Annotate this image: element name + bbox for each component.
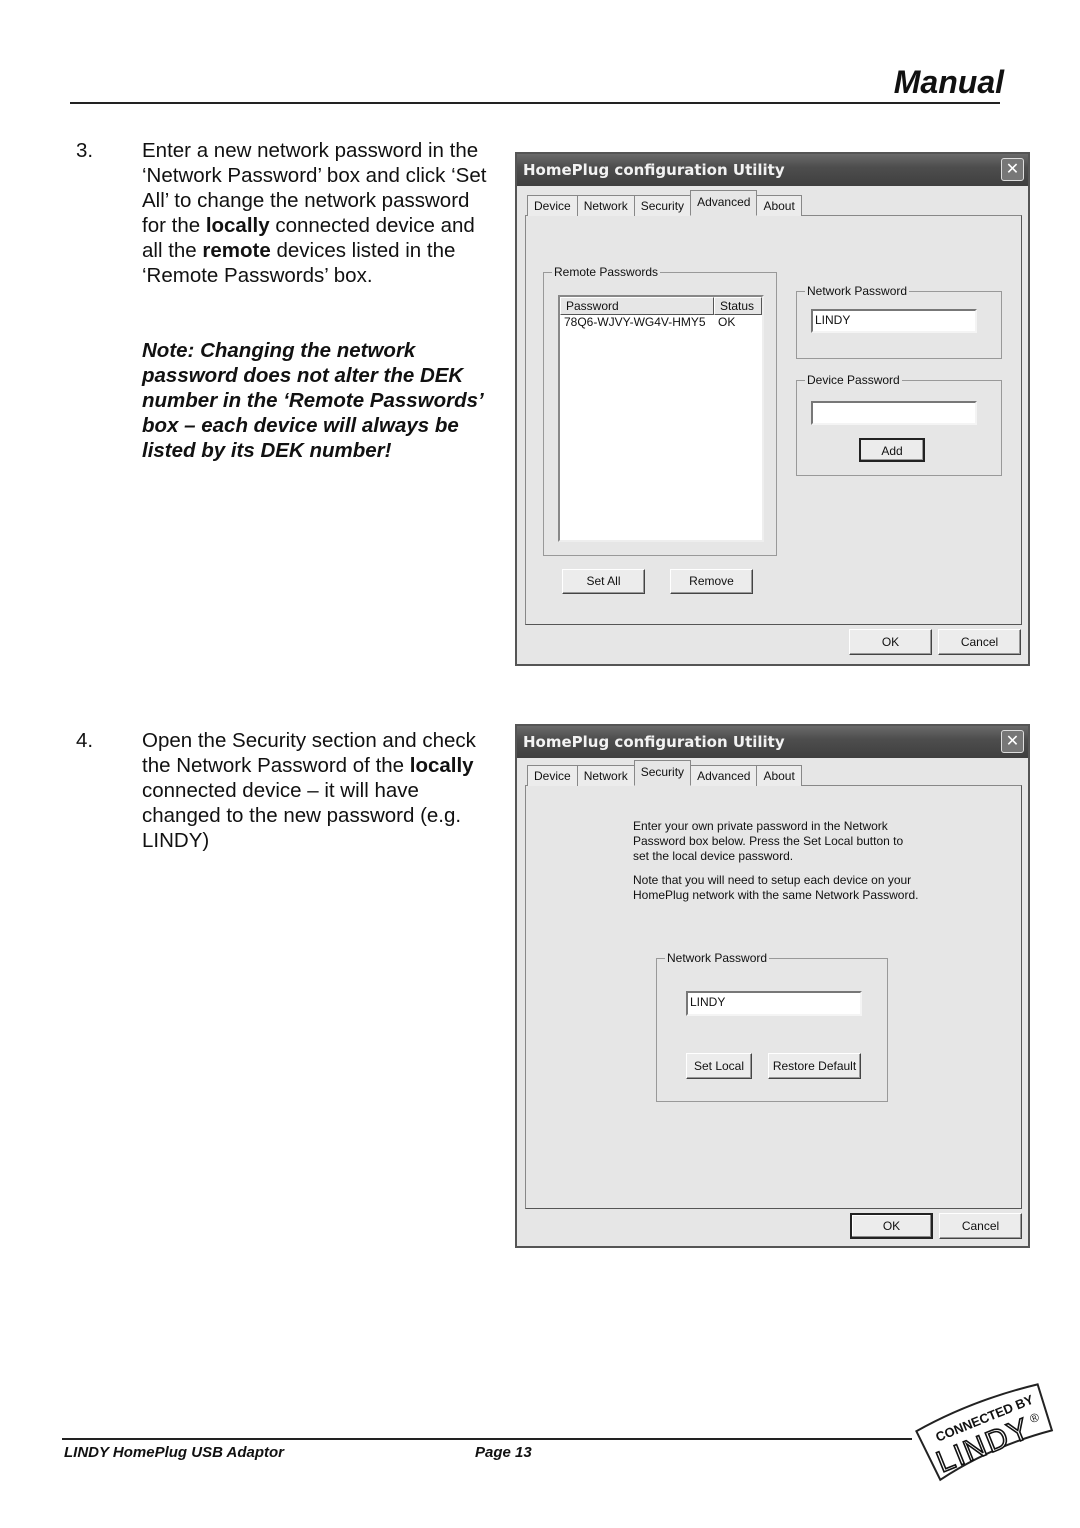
tab-advanced[interactable]: Advanced — [690, 765, 758, 786]
add-button[interactable]: Add — [859, 438, 925, 462]
step-4: 4. Open the Security section and check t… — [76, 728, 491, 853]
group-legend: Device Password — [805, 373, 902, 387]
ok-button[interactable]: OK — [850, 1213, 933, 1239]
bold-run: remote — [202, 239, 271, 262]
list-item[interactable]: 78Q6-WJVY-WG4V-HMY5 OK — [560, 315, 762, 330]
bold-run: locally — [409, 754, 474, 777]
network-password-input[interactable]: LINDY — [811, 309, 977, 333]
dialog-security: HomePlug configuration Utility ✕ Device … — [515, 724, 1030, 1248]
info-line: Password box below. Press the Set Local … — [633, 834, 904, 848]
security-note: Note that you will need to setup each de… — [633, 873, 918, 903]
password-cell: 78Q6-WJVY-WG4V-HMY5 — [564, 315, 706, 329]
step-number: 3. — [76, 139, 94, 162]
restore-default-button[interactable]: Restore Default — [768, 1053, 861, 1079]
footer-product-name: LINDY HomePlug USB Adaptor — [64, 1444, 285, 1461]
step-3-note: Note: Changing the network password does… — [142, 339, 483, 462]
bold-run: locally — [205, 214, 270, 237]
info-line: Enter your own private password in the N… — [633, 819, 888, 833]
dialog-advanced: HomePlug configuration Utility ✕ Device … — [515, 152, 1030, 666]
cancel-button[interactable]: Cancel — [939, 1213, 1022, 1239]
status-cell: OK — [718, 315, 736, 329]
tab-network[interactable]: Network — [576, 765, 635, 786]
remote-passwords-list[interactable]: Password Status 78Q6-WJVY-WG4V-HMY5 OK — [558, 295, 764, 542]
manual-header-title: Manual — [893, 64, 1004, 100]
set-all-button[interactable]: Set All — [562, 569, 645, 594]
close-icon[interactable]: ✕ — [1001, 730, 1024, 753]
group-legend: Remote Passwords — [552, 265, 661, 279]
window-title: HomePlug configuration Utility — [523, 161, 785, 179]
cancel-button[interactable]: Cancel — [938, 629, 1021, 655]
step-4-text: Open the Security section and check the … — [142, 728, 491, 853]
tab-security[interactable]: Security — [633, 195, 692, 216]
list-header: Password Status — [560, 297, 762, 315]
remote-passwords-group: Remote Passwords Password Status 78Q6-WJ… — [543, 265, 777, 556]
step-3: 3. Enter a new network password in the ‘… — [76, 138, 491, 288]
device-password-group: Device Password Add — [796, 373, 1002, 476]
network-password-input[interactable]: LINDY — [686, 991, 862, 1016]
group-legend: Network Password — [665, 951, 770, 965]
tab-strip: Device Network Security Advanced About — [527, 760, 802, 786]
group-legend: Network Password — [805, 284, 910, 298]
tab-security[interactable]: Security — [633, 760, 692, 786]
info-line: HomePlug network with the same Network P… — [633, 888, 919, 902]
tab-about[interactable]: About — [756, 765, 802, 786]
network-password-group: Network Password LINDY Set Local Restore… — [656, 951, 888, 1102]
step-3-text: Enter a new network password in the ‘Net… — [142, 138, 491, 288]
device-password-input[interactable] — [811, 401, 977, 425]
text-run: connected device – it will have changed … — [142, 779, 462, 852]
header-rule — [70, 102, 1000, 104]
set-local-button[interactable]: Set Local — [686, 1053, 752, 1079]
step-number: 4. — [76, 729, 94, 752]
title-bar: HomePlug configuration Utility ✕ — [517, 154, 1028, 186]
column-header-password[interactable]: Password — [560, 297, 714, 315]
footer-rule — [62, 1438, 912, 1440]
info-line: set the local device password. — [633, 849, 794, 863]
info-line: Note that you will need to setup each de… — [633, 873, 912, 887]
ok-button[interactable]: OK — [849, 629, 932, 655]
security-instructions: Enter your own private password in the N… — [633, 819, 903, 864]
close-icon[interactable]: ✕ — [1001, 158, 1024, 181]
tab-network[interactable]: Network — [576, 195, 635, 216]
tab-advanced[interactable]: Advanced — [690, 190, 758, 216]
footer-page-number: Page 13 — [475, 1444, 532, 1461]
connected-by-lindy-logo: CONNECTED BY LINDY ® — [915, 1383, 1054, 1482]
column-header-status[interactable]: Status — [714, 297, 762, 315]
tab-about[interactable]: About — [756, 195, 802, 216]
window-title: HomePlug configuration Utility — [523, 733, 785, 751]
title-bar: HomePlug configuration Utility ✕ — [517, 726, 1028, 758]
network-password-group: Network Password LINDY — [796, 284, 1002, 359]
tab-strip: Device Network Security Advanced About — [527, 190, 802, 216]
tab-device[interactable]: Device — [527, 195, 578, 216]
tab-device[interactable]: Device — [527, 765, 578, 786]
remove-button[interactable]: Remove — [670, 569, 753, 594]
